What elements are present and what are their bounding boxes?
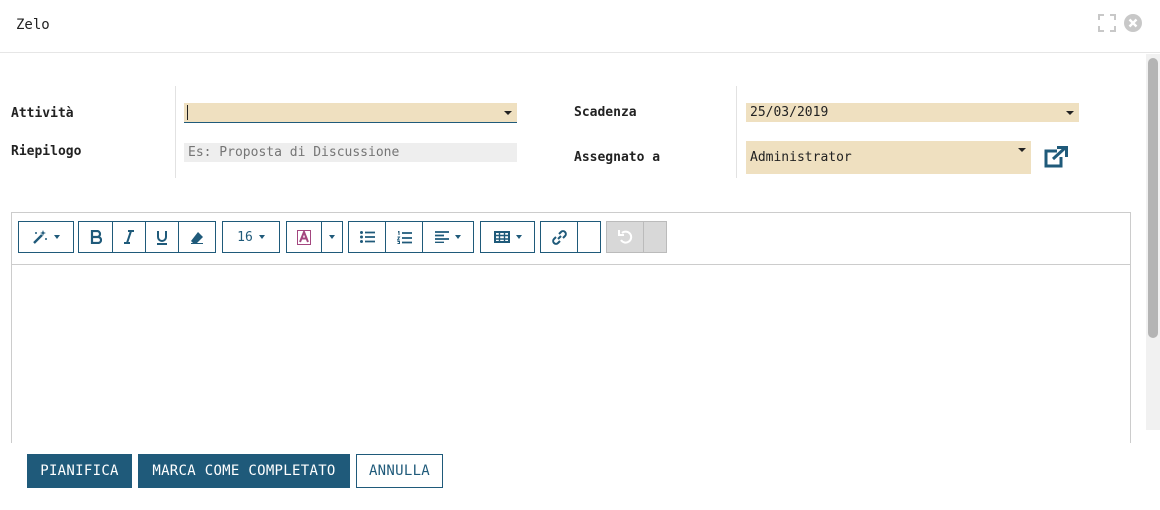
unordered-list-icon	[359, 231, 375, 243]
left-column-divider	[175, 86, 176, 178]
scrollbar-thumb[interactable]	[1148, 58, 1158, 338]
deadline-label: Scadenza	[574, 105, 637, 120]
summary-input[interactable]	[184, 143, 517, 162]
expand-icon[interactable]	[1098, 14, 1116, 32]
eraser-icon	[191, 231, 203, 244]
external-link-icon[interactable]	[1043, 146, 1069, 168]
editor-toolbar: 16	[12, 213, 1130, 265]
undo-button[interactable]	[606, 221, 644, 253]
ordered-list-button[interactable]	[385, 221, 423, 253]
assigned-select[interactable]: Administrator	[746, 141, 1031, 174]
italic-icon	[124, 230, 134, 244]
dialog-header: Zelo	[0, 0, 1160, 53]
font-size-value: 16	[237, 229, 253, 245]
magic-icon	[33, 230, 47, 244]
style-button[interactable]	[18, 221, 74, 253]
chevron-down-icon	[54, 235, 60, 239]
summary-label: Riepilogo	[11, 144, 82, 159]
font-color-dropdown[interactable]	[321, 221, 343, 253]
clear-format-button[interactable]	[178, 221, 216, 253]
underline-button[interactable]	[145, 221, 179, 253]
schedule-button[interactable]: PIANIFICA	[27, 454, 132, 488]
font-color-icon	[297, 229, 311, 245]
chevron-down-icon	[515, 235, 522, 239]
text-cursor	[187, 105, 188, 120]
chevron-down-icon	[504, 111, 512, 115]
align-button[interactable]	[422, 221, 474, 253]
chevron-down-icon	[1018, 148, 1026, 152]
bold-button[interactable]	[78, 221, 113, 253]
activity-select[interactable]	[184, 103, 517, 123]
rich-text-editor: 16	[11, 212, 1131, 443]
assigned-value: Administrator	[750, 150, 852, 165]
ordered-list-icon	[396, 230, 412, 244]
right-column-divider	[736, 86, 737, 178]
assigned-label: Assegnato a	[574, 150, 661, 165]
editor-content-area[interactable]	[12, 265, 1130, 443]
deadline-value: 25/03/2019	[750, 105, 829, 120]
font-size-button[interactable]: 16	[222, 221, 280, 253]
unordered-list-button[interactable]	[348, 221, 386, 253]
chevron-down-icon	[258, 235, 265, 239]
activity-label: Attività	[11, 106, 74, 121]
link-icon	[551, 229, 567, 245]
table-icon	[493, 231, 510, 243]
bold-icon	[90, 230, 102, 244]
mark-done-button[interactable]: MARCA COME COMPLETATO	[138, 454, 350, 488]
undo-icon	[617, 230, 632, 244]
italic-button[interactable]	[112, 221, 146, 253]
chevron-down-icon	[329, 235, 335, 239]
link-button[interactable]	[540, 221, 578, 253]
deadline-date-field[interactable]: 25/03/2019	[746, 103, 1079, 122]
align-left-icon	[435, 231, 449, 243]
cancel-button[interactable]: ANNULLA	[356, 454, 443, 488]
close-icon[interactable]	[1123, 13, 1143, 33]
chevron-down-icon	[1066, 111, 1074, 115]
chevron-down-icon	[455, 235, 461, 239]
table-button[interactable]	[480, 221, 535, 253]
dialog-title: Zelo	[16, 17, 50, 33]
toolbar-empty-button[interactable]	[577, 221, 601, 253]
underline-icon	[157, 230, 167, 245]
font-color-button[interactable]	[286, 221, 322, 253]
redo-button[interactable]	[643, 221, 667, 253]
